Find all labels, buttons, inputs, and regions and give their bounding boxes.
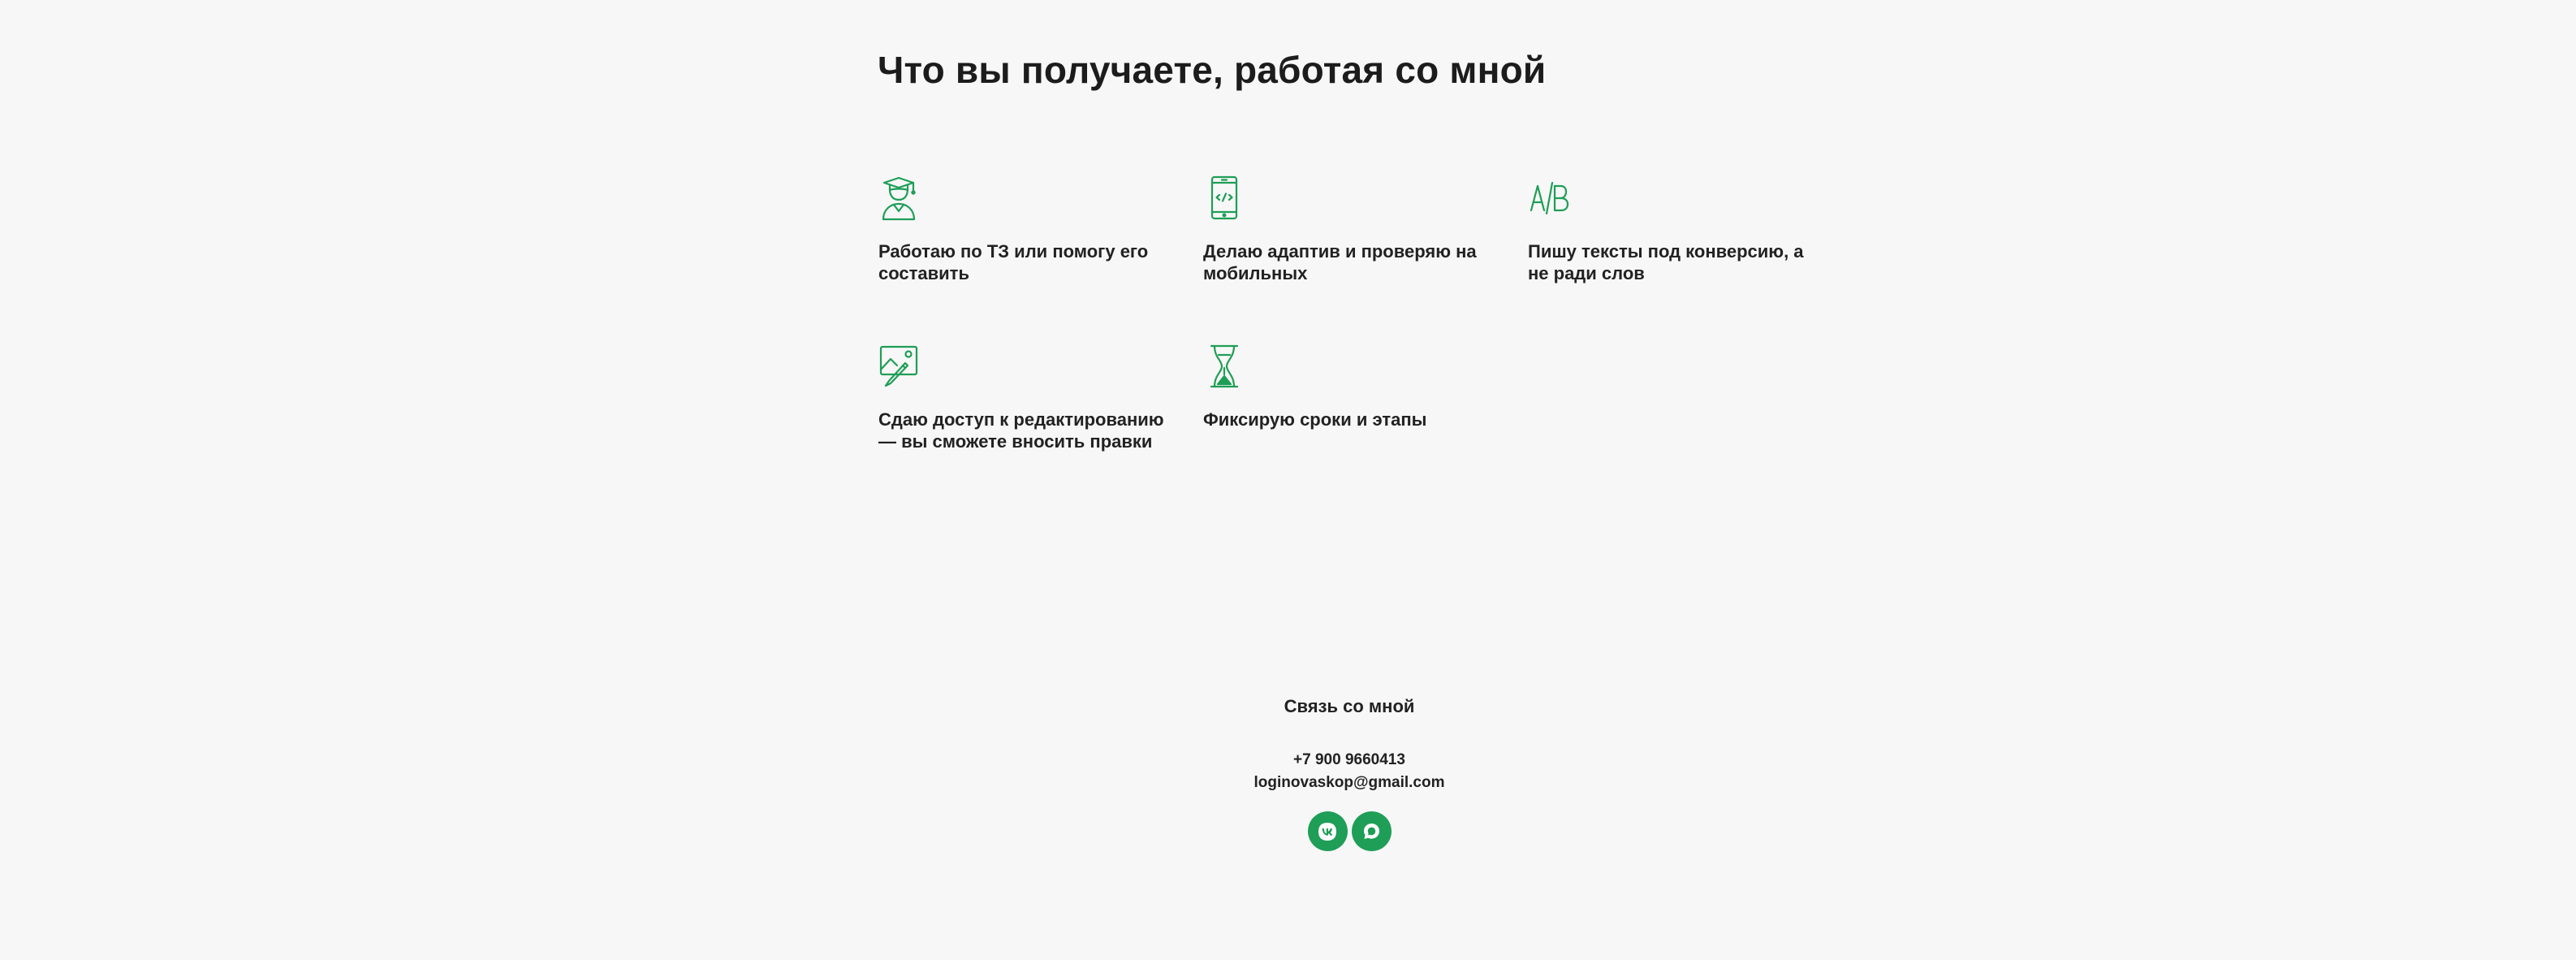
social-links [1085, 811, 1614, 851]
hourglass-icon [1202, 344, 1248, 389]
image-edit-icon [878, 344, 923, 389]
feature-text: Работаю по ТЗ или помогу его составить [878, 241, 1149, 283]
feature-item: Работаю по ТЗ или помогу его составить [878, 175, 1178, 283]
feature-text: Фиксирую сроки и этапы [1203, 409, 1427, 430]
phone-link[interactable]: +7 900 9660413 [1085, 749, 1614, 772]
feature-text: Пишу тексты под конверсию, а не ради сло… [1528, 241, 1804, 283]
graduate-icon [878, 175, 923, 221]
feature-item: Пишу тексты под конверсию, а не ради сло… [1527, 175, 1827, 283]
contacts-block: Связь со мной +7 900 9660413 loginovasko… [1085, 694, 1614, 851]
email-link[interactable]: loginovaskop@gmail.com [1085, 772, 1614, 794]
feature-item: Делаю адаптив и проверяю на мобильных [1202, 175, 1503, 283]
chat-button[interactable] [1351, 811, 1392, 851]
ab-test-icon [1527, 175, 1573, 221]
feature-text: Делаю адаптив и проверяю на мобильных [1203, 241, 1477, 283]
chat-icon [1361, 821, 1382, 842]
vk-icon [1317, 821, 1338, 842]
section-title: Что вы получаете, работая со мной [878, 49, 1547, 91]
feature-text: Сдаю доступ к редактированию — вы сможет… [878, 409, 1164, 452]
vk-button[interactable] [1307, 811, 1348, 851]
mobile-code-icon [1202, 175, 1248, 221]
contacts-title: Связь со мной [1284, 696, 1415, 716]
feature-item: Фиксирую сроки и этапы [1202, 344, 1503, 430]
feature-item: Сдаю доступ к редактированию — вы сможет… [878, 344, 1178, 452]
